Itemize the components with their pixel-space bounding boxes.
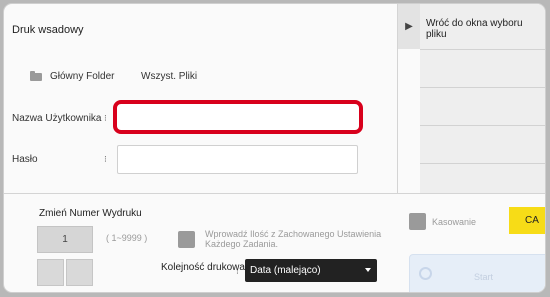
username-field[interactable] — [113, 100, 363, 134]
all-files-label[interactable]: Wszyst. Pliki — [141, 71, 197, 82]
chevron-right-icon: ▶ — [405, 21, 413, 32]
decrement-button[interactable] — [37, 259, 64, 286]
side-cell — [420, 50, 545, 88]
delete-label: Kasowanie — [432, 217, 477, 227]
divider — [4, 193, 545, 194]
password-label: Hasło — [12, 154, 38, 165]
print-number-input[interactable]: 1 — [37, 226, 93, 253]
ca-button[interactable]: CA — [509, 207, 545, 234]
page-title: Druk wsadowy — [12, 24, 84, 36]
password-separator: ⁝ — [104, 154, 107, 164]
order-separator: ⁝ — [236, 266, 239, 276]
delete-checkbox[interactable] — [409, 213, 426, 230]
print-number-range: ( 1~9999 ) — [106, 233, 148, 243]
print-order-select[interactable]: Data (malejąco) — [245, 259, 377, 282]
folder-icon — [30, 70, 42, 81]
increment-button[interactable] — [66, 259, 93, 286]
print-order-label: Kolejność drukowania — [161, 262, 259, 273]
chevron-down-icon — [365, 268, 371, 272]
side-cell — [420, 88, 545, 126]
batch-print-panel: Druk wsadowy ▶ Wróć do okna wyboru pliku… — [3, 3, 546, 293]
main-folder-button[interactable]: Główny Folder — [30, 70, 115, 82]
password-field[interactable] — [117, 145, 358, 174]
saved-settings-label: Wprowadź Ilość z Zachowanego Ustawienia … — [205, 229, 382, 249]
side-cell — [420, 126, 545, 164]
username-label: Nazwa Użytkownika — [12, 113, 102, 124]
print-number-title: Zmień Numer Wydruku — [39, 208, 142, 219]
main-folder-label: Główny Folder — [50, 71, 115, 82]
start-label: Start — [474, 272, 494, 282]
print-order-value: Data (malejąco) — [250, 265, 321, 276]
start-icon — [419, 267, 432, 280]
username-separator: ⁝ — [104, 113, 107, 123]
side-panel-toggle-button[interactable]: ▶ — [398, 4, 421, 49]
saved-settings-checkbox[interactable] — [178, 231, 195, 248]
back-to-file-selection-link[interactable]: Wróć do okna wyboru pliku — [426, 18, 541, 40]
